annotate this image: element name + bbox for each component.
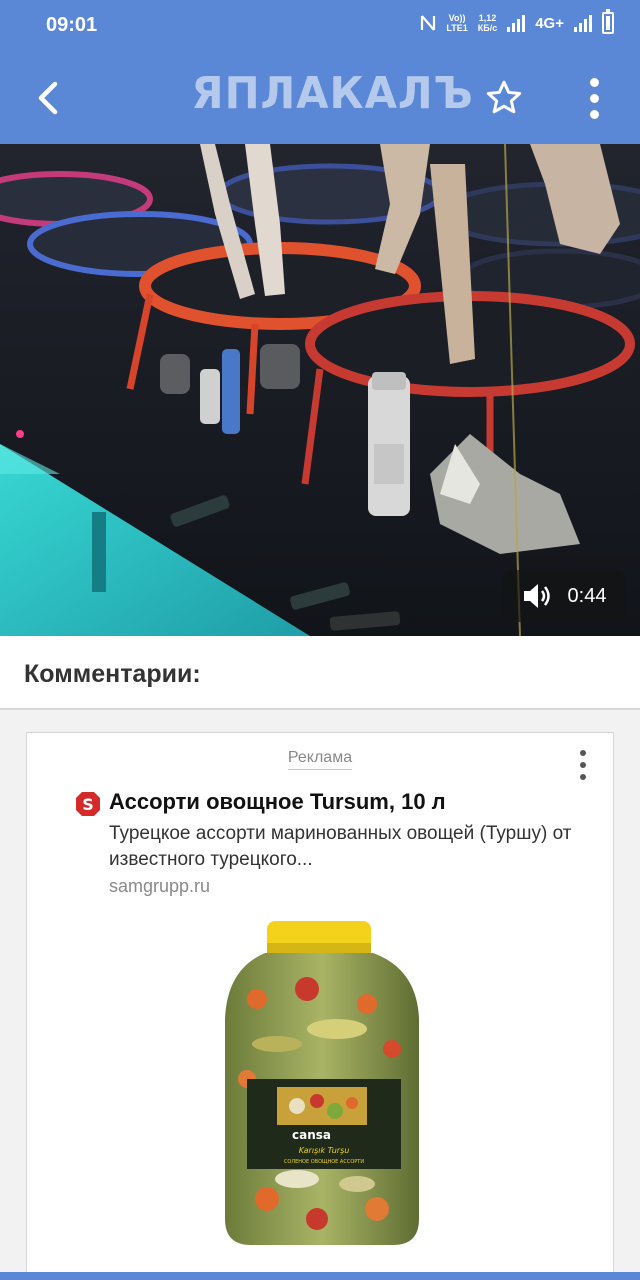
comments-title: Комментарии:: [24, 660, 201, 688]
more-options-button[interactable]: [570, 74, 618, 122]
signal-icon-2: [574, 14, 592, 32]
network-type: 4G+: [535, 14, 564, 32]
favorite-button[interactable]: [480, 74, 528, 122]
volume-icon[interactable]: [522, 581, 554, 611]
ad-label-text: Реклама: [287, 749, 353, 770]
status-bar: 09:01 Vo)) LTE1 1,12 КБ/с 4G+: [0, 0, 640, 52]
back-arrow-icon: [38, 81, 58, 115]
volte-top-text: Vo)): [448, 13, 466, 23]
app-bar: ЯПЛАКАЛЪ: [0, 52, 640, 144]
video-duration: 0:44: [567, 584, 607, 607]
status-icons: Vo)) LTE1 1,12 КБ/с 4G+: [420, 9, 614, 34]
bottom-bar: [0, 1272, 640, 1280]
more-vert-icon: [580, 750, 586, 756]
volte-bottom-text: LTE1: [446, 23, 468, 33]
video-controls[interactable]: 0:44: [502, 570, 626, 622]
star-icon: [486, 80, 522, 114]
ad-title[interactable]: Ассорти овощное Tursum, 10 л: [109, 789, 446, 815]
comments-header: Комментарии:: [0, 636, 640, 710]
ad-menu-button[interactable]: [571, 745, 595, 785]
ad-card[interactable]: Реклама S Ассорти овощное Tursum, 10 л Т…: [26, 732, 614, 1280]
video-frame: [0, 144, 640, 636]
speed-unit: КБ/с: [477, 23, 498, 33]
volte-indicator: Vo)) LTE1: [446, 13, 467, 33]
ad-description[interactable]: Турецкое ассорти маринованных овощей (Ту…: [109, 821, 579, 873]
product-subtitle: СОЛЕНОЕ ОВОЩНОЕ АССОРТИ: [284, 1159, 364, 1165]
status-time: 09:01: [46, 14, 98, 36]
product-brand: cansa: [292, 1128, 331, 1142]
screen: 09:01 Vo)) LTE1 1,12 КБ/с 4G+ ЯПЛАКАЛЪ 0…: [0, 0, 640, 1280]
more-vert-icon: [589, 77, 599, 87]
advertiser-logo-icon: S: [76, 792, 100, 816]
speed-value: 1,12: [478, 13, 497, 23]
product-name: Karışık Turşu: [299, 1146, 350, 1155]
svg-text:S: S: [82, 795, 94, 814]
ad-label: Реклама: [27, 749, 613, 770]
nfc-icon: [421, 15, 436, 31]
signal-icon: [507, 14, 526, 32]
network-speed: 1,12 КБ/с: [478, 13, 497, 33]
back-button[interactable]: [24, 74, 72, 122]
app-logo[interactable]: ЯПЛАКАЛЪ: [191, 68, 473, 119]
ad-domain[interactable]: samgrupp.ru: [109, 876, 210, 897]
ad-product-image[interactable]: cansa Karışık Turşu СОЛЕНОЕ ОВОЩНОЕ АССО…: [217, 919, 427, 1249]
battery-icon: [602, 9, 614, 34]
video-player[interactable]: 0:44: [0, 144, 640, 636]
